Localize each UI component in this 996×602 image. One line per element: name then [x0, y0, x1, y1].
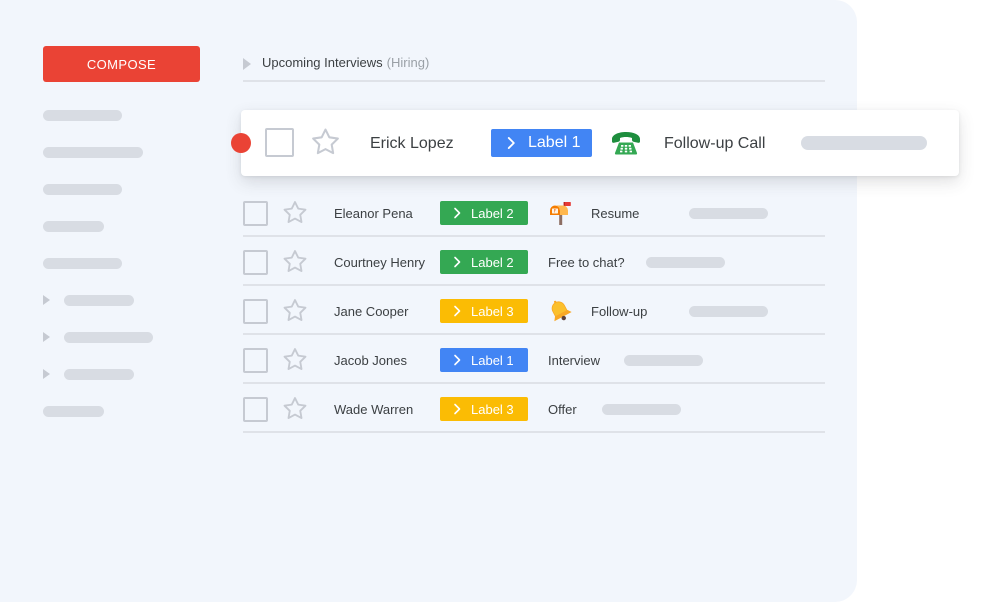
- snippet-placeholder: [689, 208, 768, 219]
- snippet-placeholder: [646, 257, 725, 268]
- bell-icon: [551, 300, 572, 322]
- star-icon[interactable]: [281, 248, 309, 276]
- chevron-right-icon: [507, 137, 515, 149]
- label-chip[interactable]: Label 1: [440, 348, 528, 372]
- sender-name: Wade Warren: [334, 402, 414, 417]
- email-subject: Free to chat?: [548, 255, 625, 270]
- phone-icon: [612, 132, 640, 155]
- sidebar-item[interactable]: [43, 147, 143, 158]
- snippet-placeholder: [801, 136, 927, 150]
- row-checkbox[interactable]: [243, 201, 268, 226]
- sidebar-item[interactable]: [43, 110, 122, 121]
- sender-name: Erick Lopez: [370, 135, 454, 152]
- sidebar-item[interactable]: [43, 184, 122, 195]
- email-row[interactable]: Eleanor Pena Label 2 F Resume: [243, 188, 825, 237]
- chevron-right-icon: [454, 305, 461, 317]
- chevron-right-icon: [454, 403, 461, 415]
- app-panel: COMPOSE Upcoming Interviews (Hiring) Ele…: [0, 0, 857, 602]
- star-icon[interactable]: [281, 297, 309, 325]
- sender-name: Eleanor Pena: [334, 206, 413, 221]
- sender-name: Jane Cooper: [334, 304, 409, 319]
- star-icon[interactable]: [281, 395, 309, 423]
- compose-button[interactable]: COMPOSE: [43, 46, 200, 82]
- section-title: Upcoming Interviews: [262, 55, 383, 70]
- star-icon[interactable]: [281, 199, 309, 227]
- highlighted-email-row[interactable]: Erick Lopez Label 1 Follow-up Call: [241, 110, 959, 176]
- label-chip[interactable]: Label 3: [440, 299, 528, 323]
- expand-arrow-icon[interactable]: [43, 295, 50, 305]
- email-subject: Offer: [548, 402, 577, 417]
- sidebar-item[interactable]: [43, 221, 104, 232]
- sidebar-item[interactable]: [64, 369, 134, 380]
- email-row[interactable]: Wade Warren Label 3 Offer: [243, 384, 825, 433]
- chevron-right-icon: [454, 207, 461, 219]
- label-text: Label 3: [471, 401, 514, 417]
- collapse-arrow-icon[interactable]: [243, 58, 251, 70]
- expand-arrow-icon[interactable]: [43, 332, 50, 342]
- email-row[interactable]: Courtney Henry Label 2 Free to chat?: [243, 237, 825, 286]
- email-subject: Interview: [548, 353, 601, 368]
- sidebar-item[interactable]: [64, 332, 153, 343]
- email-row[interactable]: Jacob Jones Label 1 Interview: [243, 335, 825, 384]
- row-checkbox[interactable]: [243, 299, 268, 324]
- email-subject: Follow-up Call: [664, 135, 766, 152]
- star-icon[interactable]: [281, 346, 309, 374]
- email-subject: Resume: [591, 206, 640, 221]
- unread-dot: [231, 133, 251, 153]
- label-chip[interactable]: Label 1: [491, 129, 592, 157]
- section-subtitle: (Hiring): [386, 55, 430, 70]
- label-text: Label 1: [528, 134, 581, 151]
- chevron-right-icon: [454, 354, 461, 366]
- section-header[interactable]: Upcoming Interviews (Hiring): [243, 55, 825, 82]
- sender-name: Jacob Jones: [334, 353, 407, 368]
- row-checkbox[interactable]: [265, 128, 294, 157]
- label-chip[interactable]: Label 2: [440, 250, 528, 274]
- sender-name: Courtney Henry: [334, 255, 426, 270]
- snippet-placeholder: [624, 355, 703, 366]
- label-text: Label 2: [471, 254, 514, 270]
- row-checkbox[interactable]: [243, 250, 268, 275]
- sidebar-item[interactable]: [43, 258, 122, 269]
- row-checkbox[interactable]: [243, 397, 268, 422]
- email-subject: Follow-up: [591, 304, 648, 319]
- sidebar-item[interactable]: [43, 406, 104, 417]
- snippet-placeholder: [602, 404, 681, 415]
- label-text: Label 2: [471, 205, 514, 221]
- mailbox-icon: F: [550, 202, 571, 225]
- label-chip[interactable]: Label 2: [440, 201, 528, 225]
- expand-arrow-icon[interactable]: [43, 369, 50, 379]
- snippet-placeholder: [689, 306, 768, 317]
- star-icon[interactable]: [309, 126, 342, 159]
- label-text: Label 1: [471, 352, 514, 368]
- sidebar-item[interactable]: [64, 295, 134, 306]
- email-row[interactable]: Jane Cooper Label 3 Follow-up: [243, 286, 825, 335]
- row-checkbox[interactable]: [243, 348, 268, 373]
- svg-text:F: F: [554, 209, 557, 215]
- label-chip[interactable]: Label 3: [440, 397, 528, 421]
- label-text: Label 3: [471, 303, 514, 319]
- chevron-right-icon: [454, 256, 461, 268]
